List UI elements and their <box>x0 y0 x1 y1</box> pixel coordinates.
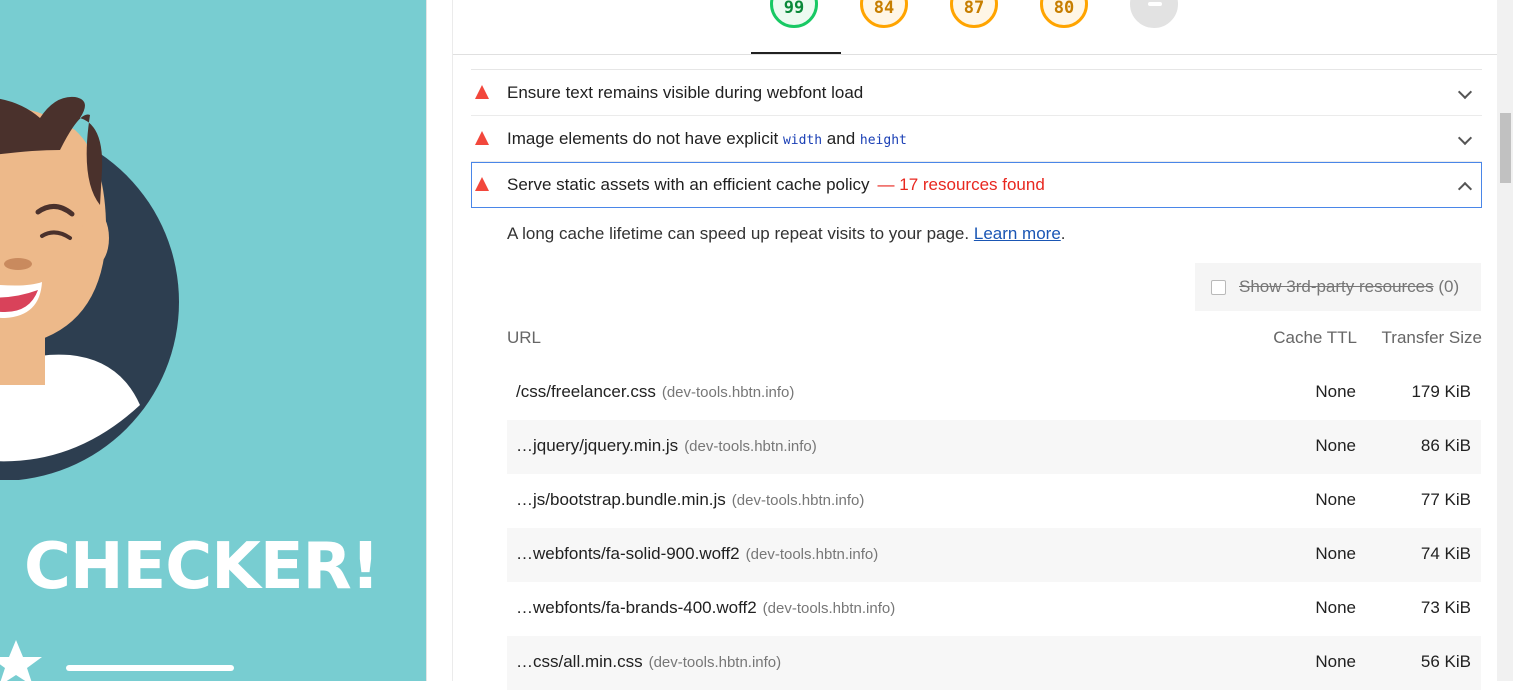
third-party-label-text: Show 3rd-party resources <box>1239 277 1434 296</box>
audit-title-part: Image elements do not have explicit <box>507 129 783 148</box>
gauge-pwa[interactable] <box>1130 0 1178 28</box>
audit-title-text: Serve static assets with an efficient ca… <box>507 175 870 194</box>
description-period: . <box>1060 224 1066 243</box>
chevron-down-icon[interactable] <box>1457 84 1473 100</box>
star-icon <box>0 640 42 681</box>
third-party-checkbox[interactable] <box>1211 280 1226 295</box>
resource-host: (dev-tools.hbtn.info) <box>684 438 817 455</box>
transfer-size-value: 179 KiB <box>1411 382 1471 401</box>
cache-ttl-value: None <box>1315 382 1356 401</box>
resource-host: (dev-tools.hbtn.info) <box>661 384 795 401</box>
chevron-up-icon[interactable] <box>1457 181 1473 197</box>
cache-ttl-value: None <box>1315 490 1356 509</box>
resource-path: …jquery/jquery.min.js <box>516 436 679 455</box>
resource-url[interactable]: …css/all.min.css (dev-tools.hbtn.info) <box>516 652 781 672</box>
code-width: width <box>782 133 823 148</box>
hero-divider <box>66 665 234 671</box>
scrollbar-thumb[interactable] <box>1500 113 1511 183</box>
report-container: 99 84 87 80 Ensure text remains visible … <box>452 0 1501 690</box>
transfer-size-value: 74 KiB <box>1420 544 1471 563</box>
audit-display-value: — 17 resources found <box>877 175 1045 194</box>
resource-path: …webfonts/fa-solid-900.woff2 <box>516 544 740 563</box>
cache-ttl-value: None <box>1315 544 1356 563</box>
resource-url[interactable]: …webfonts/fa-solid-900.woff2 (dev-tools.h… <box>516 544 878 564</box>
cache-ttl-value: None <box>1315 652 1356 671</box>
resource-path: /css/freelancer.css <box>516 382 656 401</box>
active-gauge-underline <box>751 52 841 54</box>
transfer-size-value: 77 KiB <box>1420 490 1471 509</box>
transfer-size-value: 56 KiB <box>1420 652 1471 671</box>
cache-ttl-value: None <box>1315 436 1356 455</box>
resource-host: (dev-tools.hbtn.info) <box>731 492 865 509</box>
column-header-cache-ttl: Cache TTL <box>1273 328 1357 347</box>
resource-path: …js/bootstrap.bundle.min.js <box>516 490 726 509</box>
fail-triangle-icon <box>475 85 489 99</box>
learn-more-link[interactable]: Learn more <box>974 224 1061 243</box>
hero-title: E CHECKER! <box>0 530 380 604</box>
column-header-transfer-size: Transfer Size <box>1381 328 1482 347</box>
resource-host: (dev-tools.hbtn.info) <box>745 546 879 563</box>
column-header-url: URL <box>507 328 542 347</box>
audit-unsized-images[interactable]: Image elements do not have explicit widt… <box>471 116 1482 162</box>
audit-font-display[interactable]: Ensure text remains visible during webfo… <box>471 70 1482 116</box>
cache-ttl-value: None <box>1315 598 1356 617</box>
resource-host: (dev-tools.hbtn.info) <box>762 600 896 617</box>
lighthouse-report: 99 84 87 80 Ensure text remains visible … <box>426 0 1513 690</box>
scrollbar-track[interactable] <box>1497 0 1513 681</box>
table-row: …jquery/jquery.min.js (dev-tools.hbtn.inf… <box>507 420 1481 474</box>
gauge-performance[interactable]: 99 <box>770 0 818 28</box>
audit-title-part: and <box>822 129 860 148</box>
gauge-best-practices[interactable]: 87 <box>950 0 998 28</box>
chevron-down-icon[interactable] <box>1457 130 1473 146</box>
table-row: …js/bootstrap.bundle.min.js (dev-tools.hb… <box>507 474 1481 528</box>
table-row: …css/all.min.css (dev-tools.hbtn.info) No… <box>507 636 1481 690</box>
transfer-size-value: 73 KiB <box>1420 598 1471 617</box>
description-text: A long cache lifetime can speed up repea… <box>507 224 970 243</box>
avatar-illustration <box>0 96 179 480</box>
resource-path: …webfonts/fa-brands-400.woff2 <box>516 598 757 617</box>
table-row: …webfonts/fa-solid-900.woff2 (dev-tools.h… <box>507 528 1481 582</box>
resource-url[interactable]: …webfonts/fa-brands-400.woff2 (dev-tools.… <box>516 598 895 618</box>
hero-panel: E CHECKER! <box>0 0 426 681</box>
gauge-seo[interactable]: 80 <box>1040 0 1088 28</box>
audit-description: A long cache lifetime can speed up repea… <box>507 224 1066 244</box>
third-party-filter[interactable]: Show 3rd-party resources (0) <box>1195 263 1481 311</box>
code-height: height <box>859 133 907 148</box>
table-row: …webfonts/fa-brands-400.woff2 (dev-tools.… <box>507 582 1481 636</box>
resource-path: …css/all.min.css <box>516 652 643 671</box>
audit-title: Ensure text remains visible during webfo… <box>507 83 864 102</box>
resource-url[interactable]: …jquery/jquery.min.js (dev-tools.hbtn.inf… <box>516 436 817 456</box>
audit-cache-policy[interactable]: Serve static assets with an efficient ca… <box>471 162 1482 208</box>
resource-url[interactable]: /css/freelancer.css (dev-tools.hbtn.info) <box>516 382 794 402</box>
fail-triangle-icon <box>475 177 489 191</box>
resource-url[interactable]: …js/bootstrap.bundle.min.js (dev-tools.hb… <box>516 490 864 510</box>
resource-host: (dev-tools.hbtn.info) <box>648 654 782 671</box>
gauge-accessibility[interactable]: 84 <box>860 0 908 28</box>
audit-title: Serve static assets with an efficient ca… <box>507 175 1045 195</box>
audit-title: Image elements do not have explicit widt… <box>507 129 907 149</box>
table-row: /css/freelancer.css (dev-tools.hbtn.info)… <box>507 366 1481 420</box>
score-gauges-bar: 99 84 87 80 <box>453 0 1500 55</box>
transfer-size-value: 86 KiB <box>1420 436 1471 455</box>
fail-triangle-icon <box>475 131 489 145</box>
third-party-label[interactable]: Show 3rd-party resources (0) <box>1239 277 1459 297</box>
third-party-count: (0) <box>1438 277 1460 296</box>
